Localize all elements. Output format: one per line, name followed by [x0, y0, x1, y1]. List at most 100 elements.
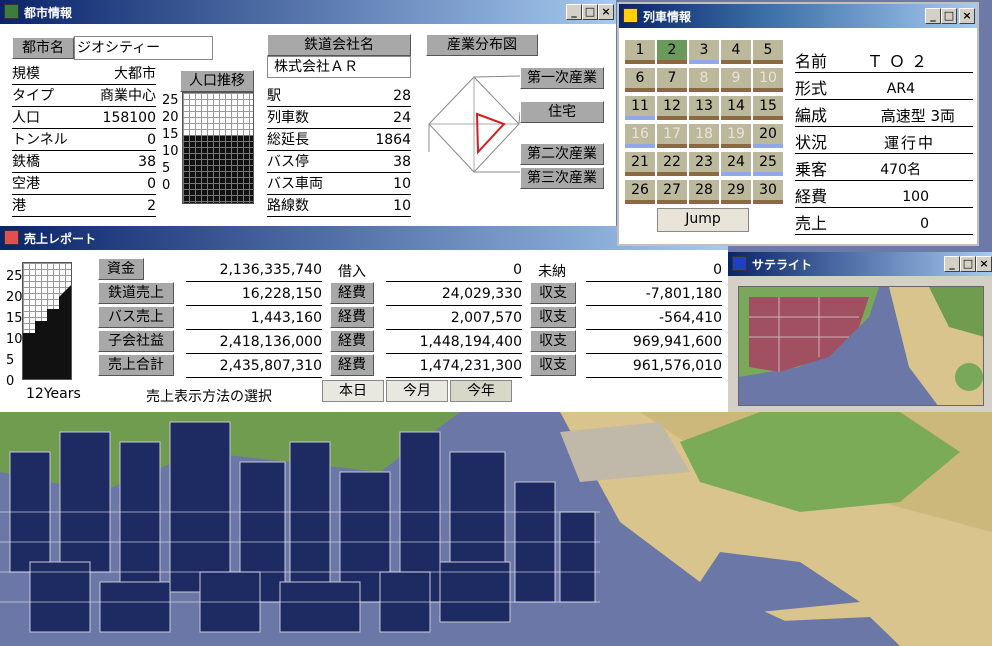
train-close-button[interactable]: × — [959, 8, 975, 24]
rail-company-name: 株式会社ＡＲ — [267, 56, 411, 78]
train-cell-20[interactable]: 20 — [753, 124, 783, 148]
satellite-close-button[interactable]: × — [976, 256, 992, 272]
stat-bridge: 鉄橋 38 — [12, 152, 156, 173]
train-cell-status-bar — [753, 144, 783, 148]
subsidiary-profit-value: 2,418,136,000 — [186, 332, 322, 354]
subsidiary-profit-button[interactable]: 子会社益 — [98, 330, 174, 352]
bus-sales-button[interactable]: バス売上 — [98, 306, 174, 328]
sales-report-title: 売上レポート — [24, 232, 97, 246]
train-cell-2[interactable]: 2 — [657, 40, 687, 64]
minimize-button[interactable]: _ — [566, 4, 582, 20]
close-button[interactable]: × — [598, 4, 614, 20]
train-cell-label: 21 — [631, 154, 649, 170]
balance-button-2[interactable]: 収支 — [530, 306, 576, 328]
train-cell-8[interactable]: 8 — [689, 68, 719, 92]
years-label: 12Years — [26, 386, 81, 402]
mode-year-button[interactable]: 今年 — [450, 380, 512, 402]
mode-today-button[interactable]: 本日 — [322, 380, 384, 402]
city-view[interactable] — [0, 412, 992, 646]
satellite-map[interactable] — [738, 286, 984, 406]
train-cell-7[interactable]: 7 — [657, 68, 687, 92]
train-cell-26[interactable]: 26 — [625, 180, 655, 204]
city-info-titlebar[interactable]: 都市情報 _ □ × — [0, 0, 616, 24]
balance-value-3: 969,941,600 — [586, 332, 722, 354]
satellite-titlebar[interactable]: サテライト _ □ × — [728, 252, 992, 276]
train-cell-status-bar — [657, 88, 687, 92]
rail-stat-buses: バス車両 10 — [267, 174, 411, 195]
train-cell-18[interactable]: 18 — [689, 124, 719, 148]
train-cell-29[interactable]: 29 — [721, 180, 751, 204]
train-cell-label: 6 — [635, 70, 645, 86]
train-cell-label: 27 — [663, 182, 681, 198]
train-cell-21[interactable]: 21 — [625, 152, 655, 176]
expense-button-1[interactable]: 経費 — [330, 282, 374, 304]
total-sales-value: 2,435,807,310 — [186, 356, 322, 378]
industry-residential: 住宅 — [520, 101, 604, 123]
train-cell-14[interactable]: 14 — [721, 96, 751, 120]
train-cell-4[interactable]: 4 — [721, 40, 751, 64]
train-cell-15[interactable]: 15 — [753, 96, 783, 120]
train-cell-status-bar — [625, 88, 655, 92]
mode-month-button[interactable]: 今月 — [386, 380, 448, 402]
industry-map-button[interactable]: 産業分布図 — [426, 34, 538, 56]
train-cell-12[interactable]: 12 — [657, 96, 687, 120]
rail-stat-length: 総延長 1864 — [267, 130, 411, 151]
train-minimize-button[interactable]: _ — [925, 8, 941, 24]
train-cell-23[interactable]: 23 — [689, 152, 719, 176]
industry-radar-chart — [428, 75, 521, 173]
train-cell-24[interactable]: 24 — [721, 152, 751, 176]
loan-label: 借入 — [338, 264, 366, 280]
city-scene — [0, 412, 992, 646]
expense-button-4[interactable]: 経費 — [330, 354, 374, 376]
train-cell-17[interactable]: 17 — [657, 124, 687, 148]
train-cell-28[interactable]: 28 — [689, 180, 719, 204]
train-cell-11[interactable]: 11 — [625, 96, 655, 120]
train-cell-label: 12 — [663, 98, 681, 114]
train-cell-6[interactable]: 6 — [625, 68, 655, 92]
satellite-title: サテライト — [752, 258, 813, 272]
expense-button-3[interactable]: 経費 — [330, 330, 374, 352]
train-cell-1[interactable]: 1 — [625, 40, 655, 64]
jump-button[interactable]: Jump — [657, 208, 749, 232]
train-sales: 売上 0 — [795, 214, 973, 235]
train-cell-label: 5 — [763, 42, 773, 58]
train-maximize-button[interactable]: □ — [941, 8, 957, 24]
rail-sales-button[interactable]: 鉄道売上 — [98, 282, 174, 304]
total-sales-button[interactable]: 売上合計 — [98, 354, 174, 376]
sales-window-icon — [4, 230, 19, 245]
train-info-titlebar[interactable]: 列車情報 _ □ × — [619, 4, 977, 28]
expense-button-2[interactable]: 経費 — [330, 306, 374, 328]
train-cell-27[interactable]: 27 — [657, 180, 687, 204]
train-cell-19[interactable]: 19 — [721, 124, 751, 148]
train-cell-10[interactable]: 10 — [753, 68, 783, 92]
train-status: 状況 運行中 — [795, 133, 973, 154]
train-cell-13[interactable]: 13 — [689, 96, 719, 120]
maximize-button[interactable]: □ — [582, 4, 598, 20]
unpaid-value: 0 — [586, 260, 722, 282]
train-cell-3[interactable]: 3 — [689, 40, 719, 64]
funds-button[interactable]: 資金 — [98, 258, 144, 280]
rail-stat-lines: 路線数 10 — [267, 196, 411, 217]
train-cell-status-bar — [657, 116, 687, 120]
train-cell-9[interactable]: 9 — [721, 68, 751, 92]
loan-value: 0 — [386, 260, 522, 282]
train-cell-16[interactable]: 16 — [625, 124, 655, 148]
train-cell-label: 18 — [695, 126, 713, 142]
train-cell-label: 23 — [695, 154, 713, 170]
balance-button-1[interactable]: 収支 — [530, 282, 576, 304]
train-cell-25[interactable]: 25 — [753, 152, 783, 176]
train-cell-status-bar — [689, 116, 719, 120]
city-name-field[interactable]: ジオシティー — [74, 36, 213, 60]
train-cell-5[interactable]: 5 — [753, 40, 783, 64]
balance-button-4[interactable]: 収支 — [530, 354, 576, 376]
train-cell-status-bar — [657, 60, 687, 64]
stat-population: 人口 158100 — [12, 108, 156, 129]
train-cell-30[interactable]: 30 — [753, 180, 783, 204]
population-chart — [182, 92, 254, 204]
satellite-minimize-button[interactable]: _ — [944, 256, 960, 272]
train-cell-22[interactable]: 22 — [657, 152, 687, 176]
train-cell-label: 11 — [631, 98, 649, 114]
balance-button-3[interactable]: 収支 — [530, 330, 576, 352]
satellite-maximize-button[interactable]: □ — [960, 256, 976, 272]
train-cell-label: 19 — [727, 126, 745, 142]
